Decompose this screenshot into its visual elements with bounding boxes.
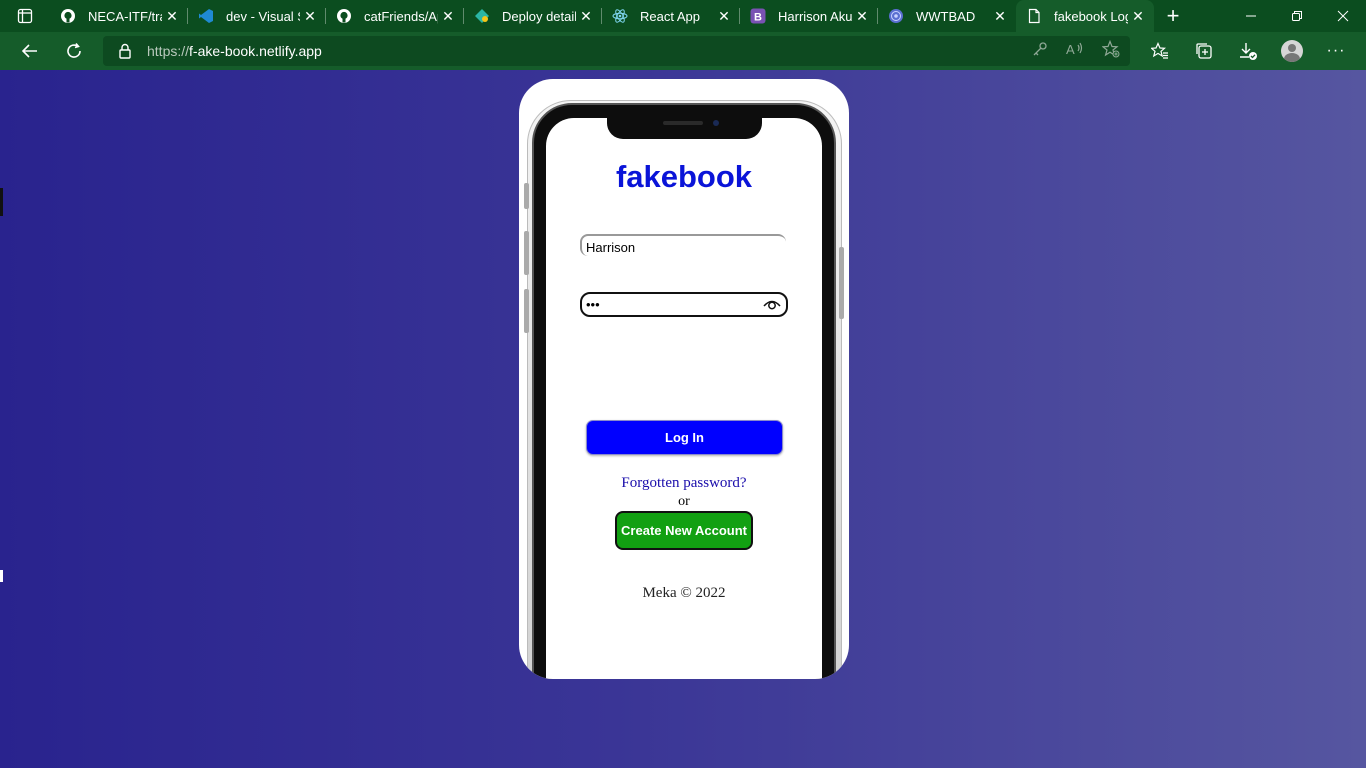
toolbar-right-actions: ···	[1138, 32, 1358, 70]
tab-wwtbad[interactable]: WWTBAD ✕	[878, 0, 1016, 32]
key-icon[interactable]	[1032, 41, 1048, 62]
svg-text:A: A	[1066, 42, 1075, 57]
tab-github-catfriends[interactable]: catFriends/Ap ✕	[326, 0, 464, 32]
lock-icon[interactable]	[103, 43, 147, 59]
restore-button[interactable]	[1274, 0, 1320, 32]
tab-react-app[interactable]: React App ✕	[602, 0, 740, 32]
minimize-icon	[1246, 15, 1256, 17]
minimize-button[interactable]	[1228, 0, 1274, 32]
close-icon[interactable]: ✕	[852, 6, 872, 26]
page-viewport: fakebook Log In Forgotten password? or C…	[0, 70, 1366, 768]
tab-title: WWTBAD	[916, 8, 976, 24]
tab-actions-button[interactable]	[0, 0, 50, 32]
github-icon	[60, 8, 76, 24]
url-text[interactable]: https://f-ake-book.netlify.app	[147, 43, 322, 59]
downloads-button[interactable]	[1226, 32, 1270, 70]
close-icon[interactable]: ✕	[576, 6, 596, 26]
read-aloud-icon[interactable]: A	[1066, 41, 1084, 62]
page-edge-mark	[0, 570, 3, 582]
favorites-icon	[1151, 42, 1168, 59]
password-input[interactable]	[582, 294, 757, 315]
settings-more-button[interactable]: ···	[1314, 32, 1358, 70]
vscode-icon	[198, 8, 214, 24]
window-controls	[1228, 0, 1366, 32]
back-button[interactable]	[8, 32, 52, 70]
more-icon: ···	[1326, 42, 1346, 59]
tab-title: dev - Visual S	[226, 8, 300, 24]
add-favorite-icon[interactable]	[1101, 39, 1120, 63]
favorites-button[interactable]	[1138, 32, 1182, 70]
globe-icon	[888, 8, 904, 24]
url-host: f-ake-book.netlify.app	[189, 43, 322, 59]
phone-side-button	[524, 289, 529, 333]
profile-button[interactable]	[1270, 32, 1314, 70]
collections-button[interactable]	[1182, 32, 1226, 70]
address-bar[interactable]: https://f-ake-book.netlify.app A	[103, 36, 1130, 66]
react-icon	[612, 8, 628, 24]
forgot-password-text[interactable]: Forgotten password?	[621, 475, 746, 491]
tab-harrison[interactable]: B Harrison Akun ✕	[740, 0, 878, 32]
github-icon	[336, 8, 352, 24]
bootstrap-icon: B	[750, 8, 766, 24]
tab-netlify-deploy[interactable]: Deploy detail ✕	[464, 0, 602, 32]
close-icon[interactable]: ✕	[714, 6, 734, 26]
tab-title: NECA-ITF/trai	[88, 8, 162, 24]
close-window-button[interactable]	[1320, 0, 1366, 32]
tab-title: React App	[640, 8, 700, 24]
new-tab-button[interactable]: +	[1156, 0, 1190, 32]
avatar	[1281, 40, 1303, 62]
username-input[interactable]	[580, 234, 786, 256]
tab-title: Deploy detail	[502, 8, 576, 24]
phone-camera	[713, 120, 719, 126]
phone-mockup-card: fakebook Log In Forgotten password? or C…	[519, 79, 849, 679]
tab-title: fakebook Log	[1054, 8, 1128, 24]
tab-bar: NECA-ITF/trai ✕ dev - Visual S ✕ catFrie…	[0, 0, 1366, 32]
back-arrow-icon	[21, 44, 37, 58]
tab-vscode-dev[interactable]: dev - Visual S ✕	[188, 0, 326, 32]
create-account-button[interactable]: Create New Account	[615, 511, 753, 550]
brand-logo: fakebook	[615, 159, 753, 194]
tab-github-neca[interactable]: NECA-ITF/trai ✕	[50, 0, 188, 32]
phone-notch	[607, 111, 762, 139]
phone-side-button	[524, 231, 529, 275]
login-button[interactable]: Log In	[586, 420, 783, 455]
or-separator: or	[678, 494, 690, 509]
tab-title: Harrison Akun	[778, 8, 852, 24]
page-edge-mark	[0, 188, 3, 216]
footer-copyright: Meka © 2022	[642, 585, 726, 601]
netlify-icon	[474, 8, 490, 24]
refresh-icon	[67, 42, 81, 58]
tab-fakebook-login[interactable]: fakebook Log ✕	[1016, 0, 1154, 32]
eye-icon[interactable]	[762, 296, 782, 312]
address-bar-actions: A	[1032, 36, 1120, 66]
close-icon[interactable]: ✕	[300, 6, 320, 26]
phone-side-button	[839, 247, 844, 319]
url-scheme: https://	[147, 43, 190, 59]
collections-icon	[1196, 43, 1212, 59]
page-icon	[1026, 8, 1042, 24]
restore-icon	[1292, 11, 1302, 21]
close-icon[interactable]: ✕	[162, 6, 182, 26]
close-icon	[1337, 10, 1349, 22]
phone-speaker	[663, 121, 703, 125]
close-icon[interactable]: ✕	[438, 6, 458, 26]
download-icon	[1240, 43, 1257, 60]
close-icon[interactable]: ✕	[1128, 6, 1148, 26]
password-field[interactable]	[580, 292, 788, 317]
svg-text:B: B	[754, 12, 762, 24]
tab-title: catFriends/Ap	[364, 8, 438, 24]
close-icon[interactable]: ✕	[990, 6, 1010, 26]
refresh-button[interactable]	[52, 32, 96, 70]
plus-icon: +	[1166, 3, 1180, 28]
forgot-password-link: Forgotten password?	[519, 475, 849, 492]
tab-actions-icon	[17, 8, 33, 24]
